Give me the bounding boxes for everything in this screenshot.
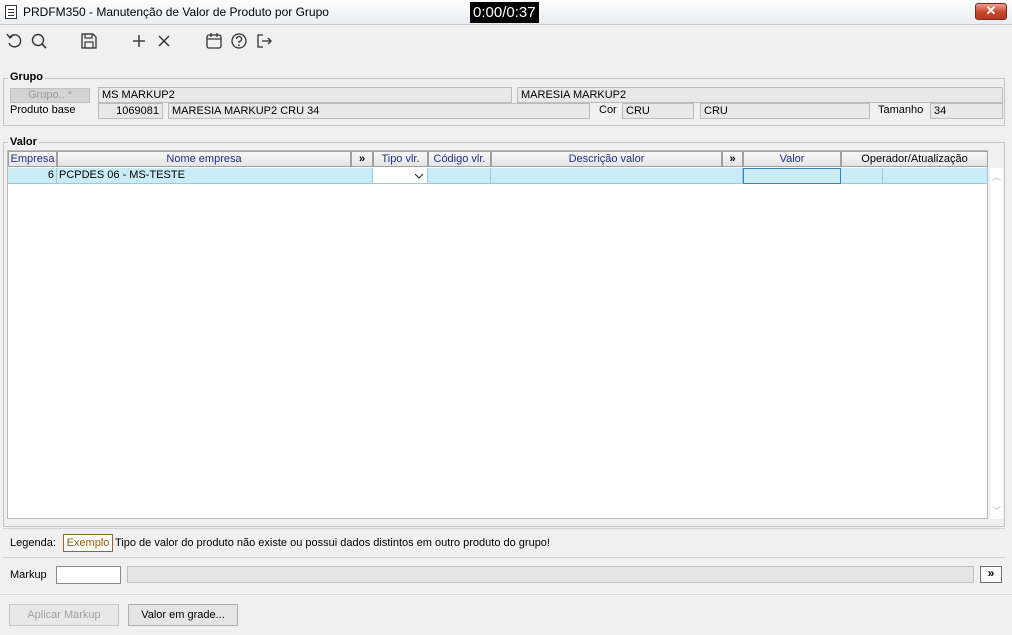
markup-progress-bar bbox=[127, 566, 974, 583]
markup-label: Markup bbox=[10, 569, 47, 581]
undo-icon[interactable] bbox=[5, 31, 25, 51]
document-icon bbox=[5, 5, 17, 19]
tamanho-field[interactable]: 34 bbox=[930, 103, 1003, 119]
cor-desc-field[interactable]: CRU bbox=[700, 103, 870, 119]
expand-columns-button-2[interactable]: » bbox=[722, 151, 743, 167]
cell-operador[interactable] bbox=[841, 168, 883, 184]
cor-code-field[interactable]: CRU bbox=[622, 103, 694, 119]
produto-desc-field[interactable]: MARESIA MARKUP2 CRU 34 bbox=[168, 103, 590, 119]
vertical-scrollbar[interactable]: ︿ ﹀ bbox=[989, 168, 1003, 519]
produto-code-field[interactable]: 1069081 bbox=[98, 103, 163, 119]
valor-em-grade-button[interactable]: Valor em grade... bbox=[128, 604, 238, 626]
search-icon[interactable] bbox=[29, 31, 49, 51]
video-timer: 0:00/0:37 bbox=[470, 2, 539, 23]
col-tipo-vlr[interactable]: Tipo vlr. bbox=[373, 151, 428, 167]
grupo-desc-field[interactable]: MARESIA MARKUP2 bbox=[517, 87, 1003, 103]
grupo-button[interactable]: Grupo.. * bbox=[10, 88, 90, 103]
divider bbox=[0, 594, 1012, 595]
col-nome-empresa[interactable]: Nome empresa bbox=[57, 151, 351, 167]
cell-descricao-valor[interactable] bbox=[491, 168, 743, 184]
cell-tipo-vlr[interactable] bbox=[373, 168, 428, 184]
aplicar-markup-button[interactable]: Aplicar Markup bbox=[9, 604, 119, 626]
scroll-down-icon[interactable]: ﹀ bbox=[992, 504, 1001, 517]
chevron-down-icon[interactable] bbox=[414, 172, 424, 180]
tamanho-label: Tamanho bbox=[878, 104, 924, 116]
col-descricao-valor[interactable]: Descrição valor bbox=[491, 151, 722, 167]
toolbar bbox=[0, 27, 1012, 55]
cell-valor[interactable] bbox=[743, 168, 841, 184]
legenda-label: Legenda: bbox=[10, 537, 56, 549]
expand-columns-button-1[interactable]: » bbox=[351, 151, 373, 167]
save-icon[interactable] bbox=[79, 31, 99, 51]
cell-nome-empresa[interactable]: PCPDES 06 - MS-TESTE bbox=[57, 168, 373, 184]
markup-more-button[interactable]: » bbox=[980, 566, 1002, 583]
cell-atualizacao[interactable] bbox=[883, 168, 988, 184]
cell-codigo-vlr[interactable] bbox=[428, 168, 491, 184]
grupo-code-field[interactable]: MS MARKUP2 bbox=[98, 87, 512, 103]
produto-base-label: Produto base bbox=[10, 104, 76, 116]
valor-legend: Valor bbox=[8, 136, 39, 148]
legenda-exemplo: Exemplo bbox=[63, 534, 113, 552]
scroll-up-icon[interactable]: ︿ bbox=[992, 170, 1001, 183]
col-empresa[interactable]: Empresa bbox=[8, 151, 57, 167]
col-codigo-vlr[interactable]: Código vlr. bbox=[428, 151, 491, 167]
col-valor[interactable]: Valor bbox=[743, 151, 841, 167]
legenda-text: Tipo de valor do produto não existe ou p… bbox=[115, 537, 550, 549]
window-title: PRDFM350 - Manutenção de Valor de Produt… bbox=[23, 5, 329, 19]
help-icon[interactable] bbox=[229, 31, 249, 51]
valor-grid: Empresa Nome empresa » Tipo vlr. Código … bbox=[7, 150, 988, 519]
delete-icon[interactable] bbox=[154, 31, 174, 51]
cor-label: Cor bbox=[599, 104, 617, 116]
grupo-legend: Grupo bbox=[8, 71, 45, 83]
col-operador[interactable]: Operador/Atualização bbox=[841, 151, 988, 167]
title-bar: PRDFM350 - Manutenção de Valor de Produt… bbox=[0, 0, 1012, 25]
exit-icon[interactable] bbox=[254, 31, 274, 51]
markup-input[interactable] bbox=[56, 566, 121, 584]
close-button[interactable]: ✕ bbox=[975, 3, 1007, 20]
calendar-icon[interactable] bbox=[204, 31, 224, 51]
cell-empresa[interactable]: 6 bbox=[8, 168, 57, 184]
add-icon[interactable] bbox=[129, 31, 149, 51]
